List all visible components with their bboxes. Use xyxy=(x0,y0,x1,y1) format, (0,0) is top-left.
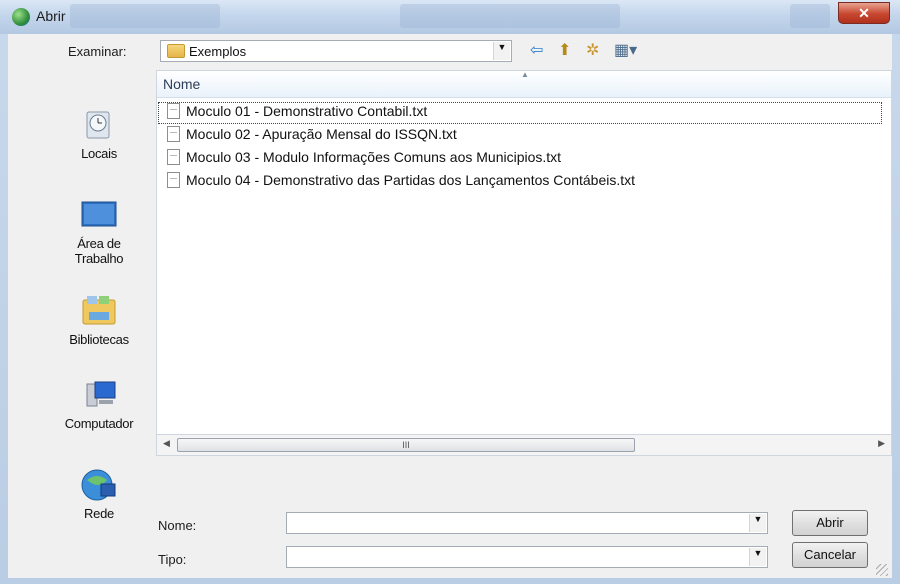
column-header-label: Nome xyxy=(163,76,201,92)
network-icon xyxy=(79,468,119,502)
dialog-body: Examinar: Exemplos ▼ ⇦ ⬆ ✲ ▦▾ Locais Áre… xyxy=(8,34,892,578)
list-item[interactable]: Moculo 01 - Demonstrativo Contabil.txt xyxy=(158,102,882,124)
text-file-icon xyxy=(167,103,180,119)
place-locais[interactable]: Locais xyxy=(42,108,156,161)
list-item[interactable]: Moculo 04 - Demonstrativo das Partidas d… xyxy=(167,172,635,192)
file-name-input[interactable]: ▼ xyxy=(286,512,768,534)
back-arrow-icon[interactable]: ⇦ xyxy=(530,42,543,60)
place-area-de-trabalho[interactable]: Área de Trabalho xyxy=(42,198,156,266)
place-computador[interactable]: Computador xyxy=(42,378,156,431)
file-type-select[interactable]: ▼ xyxy=(286,546,768,568)
places-bar: Locais Área de Trabalho Bibliotecas Comp… xyxy=(42,108,156,578)
text-file-icon xyxy=(167,172,180,188)
look-in-combo[interactable]: Exemplos ▼ xyxy=(160,40,512,62)
scrollbar-thumb[interactable]: III xyxy=(177,438,635,452)
scroll-right-icon[interactable]: ▶ xyxy=(878,438,885,449)
column-header-name[interactable]: Nome ▲ xyxy=(157,70,891,98)
file-type-label: Tipo: xyxy=(158,552,187,567)
desktop-icon xyxy=(79,198,119,232)
background-window-blur xyxy=(790,4,830,28)
title-bar[interactable]: Abrir ✕ xyxy=(0,0,900,34)
up-folder-icon[interactable]: ⬆ xyxy=(558,42,571,60)
app-globe-icon xyxy=(12,8,30,26)
libraries-icon xyxy=(79,294,119,328)
place-label: Área de Trabalho xyxy=(74,236,124,266)
file-name: Moculo 04 - Demonstrativo das Partidas d… xyxy=(186,172,636,188)
file-name: Moculo 02 - Apuração Mensal do ISSQN.txt xyxy=(186,126,457,142)
chevron-down-icon[interactable]: ▼ xyxy=(749,548,766,566)
file-name: Moculo 01 - Demonstrativo Contabil.txt xyxy=(186,103,428,119)
open-button[interactable]: Abrir xyxy=(792,510,868,536)
place-rede[interactable]: Rede xyxy=(42,468,156,521)
new-folder-icon[interactable]: ✲ xyxy=(586,42,599,60)
scroll-left-icon[interactable]: ◀ xyxy=(163,438,170,449)
place-label: Locais xyxy=(81,146,117,161)
file-list[interactable]: Nome ▲ Moculo 01 - Demonstrativo Contabi… xyxy=(156,70,892,456)
file-name: Moculo 03 - Modulo Informações Comuns ao… xyxy=(186,149,562,165)
background-window-blur xyxy=(70,4,220,28)
look-in-value: Exemplos xyxy=(189,44,247,59)
list-item[interactable]: Moculo 03 - Modulo Informações Comuns ao… xyxy=(167,149,561,169)
recent-places-icon xyxy=(79,108,119,142)
chevron-down-icon[interactable]: ▼ xyxy=(749,514,766,532)
sort-indicator-icon: ▲ xyxy=(521,70,529,79)
resize-grip[interactable] xyxy=(876,564,888,576)
chevron-down-icon[interactable]: ▼ xyxy=(493,42,510,60)
view-menu-icon[interactable]: ▦▾ xyxy=(614,42,637,60)
cancel-button[interactable]: Cancelar xyxy=(792,542,868,568)
open-dialog: Abrir ✕ Examinar: Exemplos ▼ ⇦ ⬆ ✲ ▦▾ Lo… xyxy=(0,0,900,584)
text-file-icon xyxy=(167,149,180,165)
place-label: Rede xyxy=(84,506,114,521)
window-title: Abrir xyxy=(36,8,66,24)
folder-icon xyxy=(167,44,185,58)
computer-icon xyxy=(79,378,119,412)
horizontal-scrollbar[interactable]: ◀ III ▶ xyxy=(156,434,892,456)
background-window-blur xyxy=(400,4,620,28)
close-button[interactable]: ✕ xyxy=(838,2,890,24)
place-bibliotecas[interactable]: Bibliotecas xyxy=(42,294,156,347)
place-label: Bibliotecas xyxy=(69,332,129,347)
file-name-label: Nome: xyxy=(158,518,197,533)
place-label: Computador xyxy=(64,416,134,431)
text-file-icon xyxy=(167,126,180,142)
look-in-label: Examinar: xyxy=(68,44,127,59)
list-item[interactable]: Moculo 02 - Apuração Mensal do ISSQN.txt xyxy=(167,126,457,146)
